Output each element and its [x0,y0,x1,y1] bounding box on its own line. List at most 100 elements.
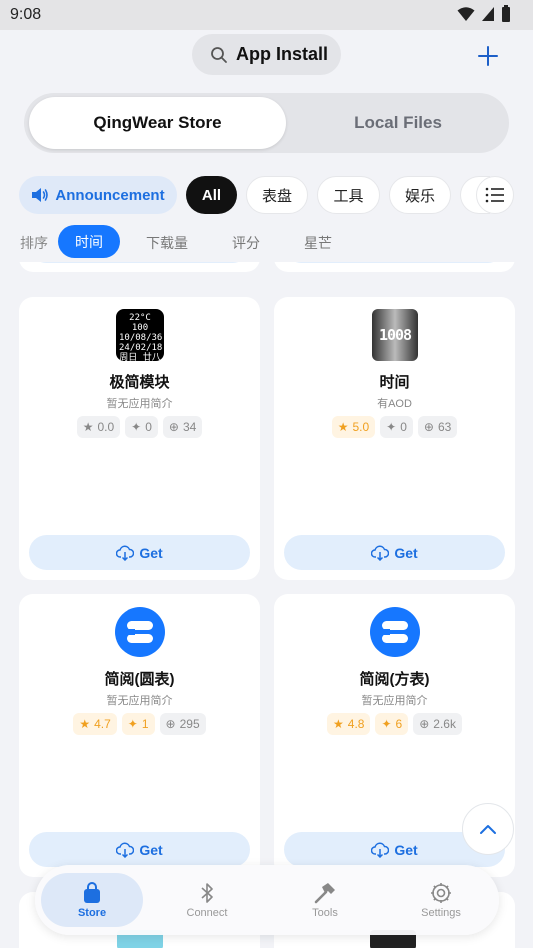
app-name: 简阅(方表) [359,671,430,688]
nav-connect[interactable]: Connect [157,873,257,927]
app-icon [370,606,420,658]
app-stats: ★ 5.0 ✦ 0 ⊕ 63 [274,416,515,438]
sparkle-icon: ✦ [131,420,142,434]
nav-label: Store [77,906,107,919]
download-icon: ⊕ [423,420,434,434]
get-button[interactable]: Get [284,535,505,570]
app-stats: ★ 4.7 ✦ 1 ⊕ 295 [19,713,260,735]
app-stats: ★ 4.8 ✦ 6 ⊕ 2.6k [274,713,515,735]
add-icon[interactable] [474,42,502,70]
rating-badge: ★ 4.7 [73,713,117,735]
cloud-download-icon [371,545,390,561]
category-chips: Announcement All 表盘 工具 娱乐 [0,176,533,214]
app-description: 暂无应用简介 [106,695,173,707]
app-card[interactable]: 22°C 100 10/08/36 24/02/18 周日 廿八 极简模块 暂无… [19,297,260,580]
app-description: 有AOD [377,398,412,410]
download-icon: ⊕ [165,717,176,731]
get-button[interactable]: Get [29,535,250,570]
sparkle-icon: ✦ [127,717,138,731]
watchface-line: 周日 廿八 [119,353,161,363]
announcement-chip[interactable]: Announcement [19,176,177,214]
category-chip-tools[interactable]: 工具 [317,176,380,214]
get-button[interactable] [29,262,250,263]
nav-label: Settings [421,906,461,919]
jianyue-logo [370,607,420,657]
watchface-preview: 22°C 100 10/08/36 24/02/18 周日 廿八 [116,309,164,363]
watchface-line: 10/08/36 [119,333,163,343]
tab-qingwear-store[interactable]: QingWear Store [29,97,286,149]
watchface-line: 22°C 100 [129,313,151,333]
watchface-preview: 1008 [372,309,418,361]
downloads-value: 295 [179,717,200,731]
category-chip-watchface[interactable]: 表盘 [246,176,308,214]
signal-icon [482,7,494,21]
app-card[interactable]: 简阅(圆表) 暂无应用简介 ★ 4.7 ✦ 1 ⊕ 295 Get [19,594,260,877]
status-bar: 9:08 [0,0,533,30]
downloads-badge: ⊕ 295 [159,713,206,735]
rating-value: 0.0 [97,420,115,434]
category-chip-entertainment[interactable]: 娱乐 [389,176,451,214]
downloads-value: 2.6k [433,717,456,731]
sort-option-stars[interactable]: 星芒 [304,233,332,253]
speaker-icon [32,188,49,202]
sparkle-icon: ✦ [386,420,397,434]
app-icon [115,606,165,658]
app-card[interactable]: 1008 时间 有AOD ★ 5.0 ✦ 0 ⊕ 63 Get [274,297,515,580]
get-button[interactable]: Get [29,832,250,867]
download-icon: ⊕ [168,420,179,434]
get-button[interactable] [284,262,505,263]
watchface-digits: 1008 [378,326,412,344]
cloud-download-icon [371,842,390,858]
get-label: Get [139,544,163,561]
sparks-badge: ✦ 0 [380,416,413,438]
rating-value: 4.7 [94,717,111,731]
star-icon: ★ [82,420,94,434]
rating-badge: ★ 5.0 [331,416,376,438]
app-list[interactable]: 22°C 100 10/08/36 24/02/18 周日 廿八 极简模块 暂无… [0,262,533,948]
shopping-bag-icon [84,881,100,903]
app-card[interactable] [274,262,515,272]
download-icon: ⊕ [419,717,430,731]
sparks-value: 0 [400,420,407,434]
app-icon: 1008 [370,309,420,361]
cloud-download-icon [116,545,135,561]
downloads-badge: ⊕ 34 [162,416,203,438]
gear-icon [431,882,451,903]
sort-option-time[interactable]: 时间 [58,225,120,258]
app-name: 极简模块 [109,374,170,391]
nav-label: Connect [186,906,228,919]
status-icons [457,5,511,23]
rating-badge: ★ 4.8 [327,713,371,735]
downloads-value: 34 [182,420,197,434]
downloads-badge: ⊕ 63 [417,416,458,438]
sort-option-downloads[interactable]: 下载量 [146,233,188,253]
star-icon: ★ [79,717,91,731]
rating-value: 4.8 [347,717,365,731]
sparks-value: 0 [145,420,152,434]
tab-local-files[interactable]: Local Files [292,97,504,149]
app-card[interactable] [19,262,260,272]
category-menu-button[interactable] [476,176,514,214]
jianyue-logo [115,607,165,657]
sort-option-rating[interactable]: 评分 [232,233,260,253]
app-install-search-pill[interactable]: App Install [192,34,341,75]
nav-tools[interactable]: Tools [275,873,375,927]
get-label: Get [139,841,163,858]
search-icon [211,46,227,63]
scroll-to-top-button[interactable] [462,803,514,855]
nav-store[interactable]: Store [41,873,143,927]
rating-badge: ★ 0.0 [76,416,121,438]
category-chip-all[interactable]: All [186,176,237,214]
sparks-value: 1 [141,717,149,731]
get-label: Get [394,841,418,858]
bottom-navigation: Store Connect Tools Settings [35,865,499,935]
cloud-download-icon [116,842,135,858]
list-icon [485,187,504,203]
star-icon: ★ [337,420,349,434]
app-description: 暂无应用简介 [106,398,173,410]
nav-settings[interactable]: Settings [391,873,491,927]
app-name: 时间 [379,374,410,391]
sparks-badge: ✦ 6 [375,713,409,735]
bluetooth-icon [201,882,213,903]
sort-row: 排序 时间 下载量 评分 星芒 [0,225,533,258]
